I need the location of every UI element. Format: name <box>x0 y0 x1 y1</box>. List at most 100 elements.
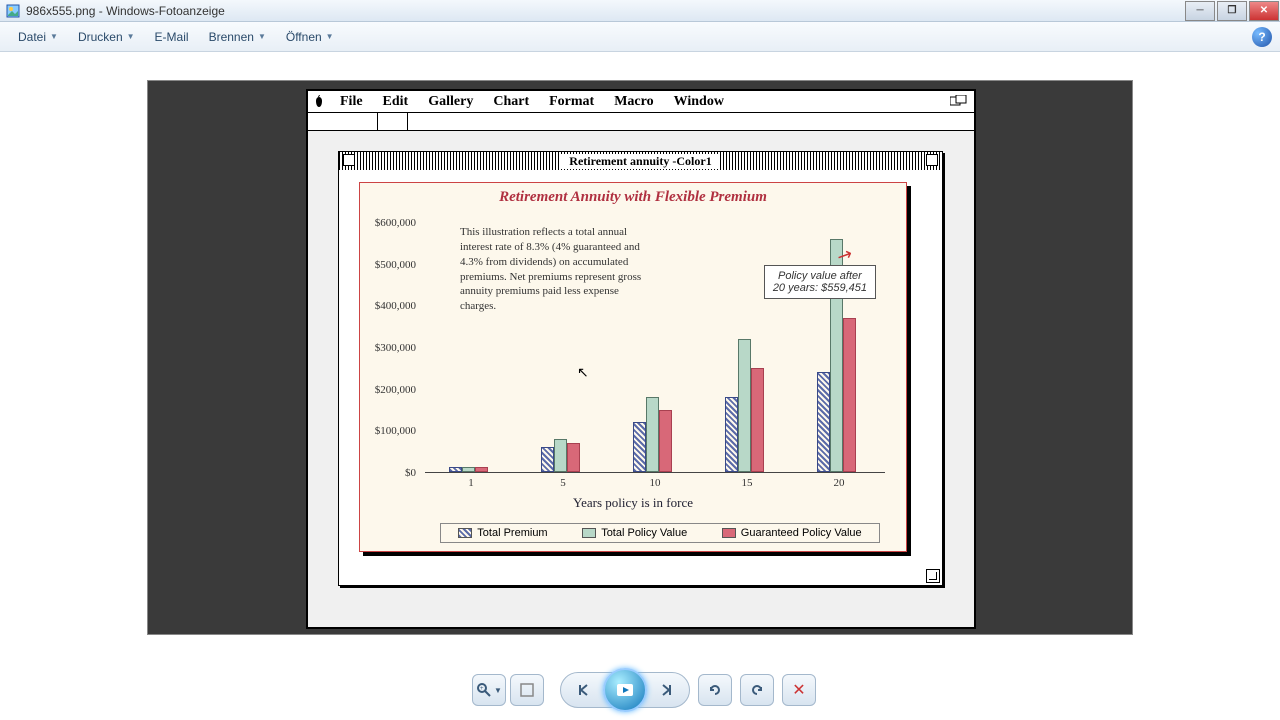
displayed-image: File Edit Gallery Chart Format Macro Win… <box>147 80 1133 635</box>
bar-group <box>633 397 673 472</box>
zoom-button[interactable]: +▼ <box>472 674 506 706</box>
maximize-button[interactable]: ❐ <box>1217 1 1247 21</box>
menu-drucken-label: Drucken <box>78 30 123 44</box>
mac-menu-macro: Macro <box>604 92 663 112</box>
mac-resize-box <box>926 569 940 583</box>
y-tick: $600,000 <box>375 217 416 229</box>
mac-menu-file: File <box>330 92 373 112</box>
mac-formula-bar <box>308 113 974 131</box>
zoom-group: +▼ <box>464 672 552 708</box>
mac-menu-edit: Edit <box>373 92 419 112</box>
bar-premium <box>725 397 738 472</box>
legend-premium: Total Premium <box>458 527 547 539</box>
swatch-total-icon <box>582 528 596 538</box>
mac-document-window: Retirement annuity -Color1 Retirement An… <box>338 151 943 586</box>
x-tick: 1 <box>468 477 474 489</box>
bar-guar <box>475 467 488 472</box>
y-axis: $0$100,000$200,000$300,000$400,000$500,0… <box>360 223 420 473</box>
next-button[interactable] <box>651 675 681 705</box>
mac-menu-chart: Chart <box>483 92 539 112</box>
x-tick: 5 <box>560 477 566 489</box>
chart: Retirement Annuity with Flexible Premium… <box>359 182 907 552</box>
delete-button[interactable]: ✕ <box>782 674 816 706</box>
y-tick: $400,000 <box>375 300 416 312</box>
bar-total <box>738 339 751 472</box>
mac-menu-window: Window <box>664 92 734 112</box>
x-tick: 20 <box>834 477 845 489</box>
bar-guar <box>567 443 580 472</box>
bar-premium <box>541 447 554 472</box>
mac-doc-titlebar: Retirement annuity -Color1 <box>339 152 942 170</box>
photo-viewer-window: 986x555.png - Windows-Fotoanzeige ─ ❐ ✕ … <box>0 0 1280 720</box>
bar-total <box>462 467 475 472</box>
bar-premium <box>633 422 646 472</box>
rotate-cw-button[interactable] <box>740 674 774 706</box>
callout-line2: 20 years: $559,451 <box>773 282 867 294</box>
bar-guar <box>659 410 672 473</box>
x-tick: 10 <box>650 477 661 489</box>
bar-guar <box>751 368 764 472</box>
minimize-button[interactable]: ─ <box>1185 1 1215 21</box>
swatch-premium-icon <box>458 528 472 538</box>
mac-zoom-box <box>926 154 938 166</box>
menu-drucken[interactable]: Drucken ▼ <box>68 26 145 48</box>
bar-guar <box>843 318 856 472</box>
bar-premium <box>449 467 462 472</box>
menu-email-label: E-Mail <box>155 30 189 44</box>
bar-total <box>646 397 659 472</box>
chevron-down-icon: ▼ <box>127 32 135 41</box>
menu-datei[interactable]: Datei ▼ <box>8 26 68 48</box>
mac-close-box <box>343 154 355 166</box>
app-icon <box>4 2 22 20</box>
menu-email[interactable]: E-Mail <box>145 26 199 48</box>
legend-guaranteed-label: Guaranteed Policy Value <box>741 527 862 539</box>
chevron-down-icon: ▼ <box>50 32 58 41</box>
x-axis: 15101520 <box>425 477 885 493</box>
legend-total: Total Policy Value <box>582 527 687 539</box>
titlebar: 986x555.png - Windows-Fotoanzeige ─ ❐ ✕ <box>0 0 1280 22</box>
fit-button[interactable] <box>510 674 544 706</box>
menu-brennen[interactable]: Brennen ▼ <box>199 26 276 48</box>
chevron-down-icon: ▼ <box>258 32 266 41</box>
menu-brennen-label: Brennen <box>209 30 254 44</box>
bar-group <box>725 339 765 472</box>
menu-oeffnen-label: Öffnen <box>286 30 322 44</box>
mac-menu-gallery: Gallery <box>418 92 483 112</box>
legend-guaranteed: Guaranteed Policy Value <box>722 527 862 539</box>
chart-callout: Policy value after 20 years: $559,451 <box>764 265 876 299</box>
nav-group <box>560 672 690 708</box>
callout-line1: Policy value after <box>773 270 867 282</box>
legend-total-label: Total Policy Value <box>601 527 687 539</box>
image-viewport: File Edit Gallery Chart Format Macro Win… <box>0 52 1280 660</box>
chart-title: Retirement Annuity with Flexible Premium <box>360 183 906 212</box>
rotate-ccw-button[interactable] <box>698 674 732 706</box>
mac-menubar: File Edit Gallery Chart Format Macro Win… <box>308 91 974 113</box>
help-button[interactable]: ? <box>1252 27 1272 47</box>
x-tick: 15 <box>742 477 753 489</box>
legend-premium-label: Total Premium <box>477 527 547 539</box>
mac-window: File Edit Gallery Chart Format Macro Win… <box>306 89 976 629</box>
y-tick: $500,000 <box>375 259 416 271</box>
bar-group <box>449 467 489 472</box>
bottom-toolbar: +▼ ✕ <box>0 660 1280 720</box>
window-title: 986x555.png - Windows-Fotoanzeige <box>26 4 225 18</box>
close-button[interactable]: ✕ <box>1249 1 1279 21</box>
apple-menu-icon <box>308 95 330 109</box>
menu-oeffnen[interactable]: Öffnen ▼ <box>276 26 344 48</box>
svg-text:+: + <box>480 686 484 692</box>
y-tick: $300,000 <box>375 342 416 354</box>
prev-button[interactable] <box>569 675 599 705</box>
chart-legend: Total Premium Total Policy Value Guarant… <box>440 523 880 543</box>
mac-doc-title: Retirement annuity -Color1 <box>561 154 719 169</box>
menu-datei-label: Datei <box>18 30 46 44</box>
chart-annotation-note: This illustration reflects a total annua… <box>460 225 650 314</box>
y-tick: $0 <box>405 467 416 479</box>
y-tick: $100,000 <box>375 425 416 437</box>
chevron-down-icon: ▼ <box>326 32 334 41</box>
swatch-guaranteed-icon <box>722 528 736 538</box>
bar-total <box>554 439 567 472</box>
mac-menu-format: Format <box>539 92 604 112</box>
bar-premium <box>817 372 830 472</box>
y-tick: $200,000 <box>375 384 416 396</box>
slideshow-button[interactable] <box>603 668 647 712</box>
